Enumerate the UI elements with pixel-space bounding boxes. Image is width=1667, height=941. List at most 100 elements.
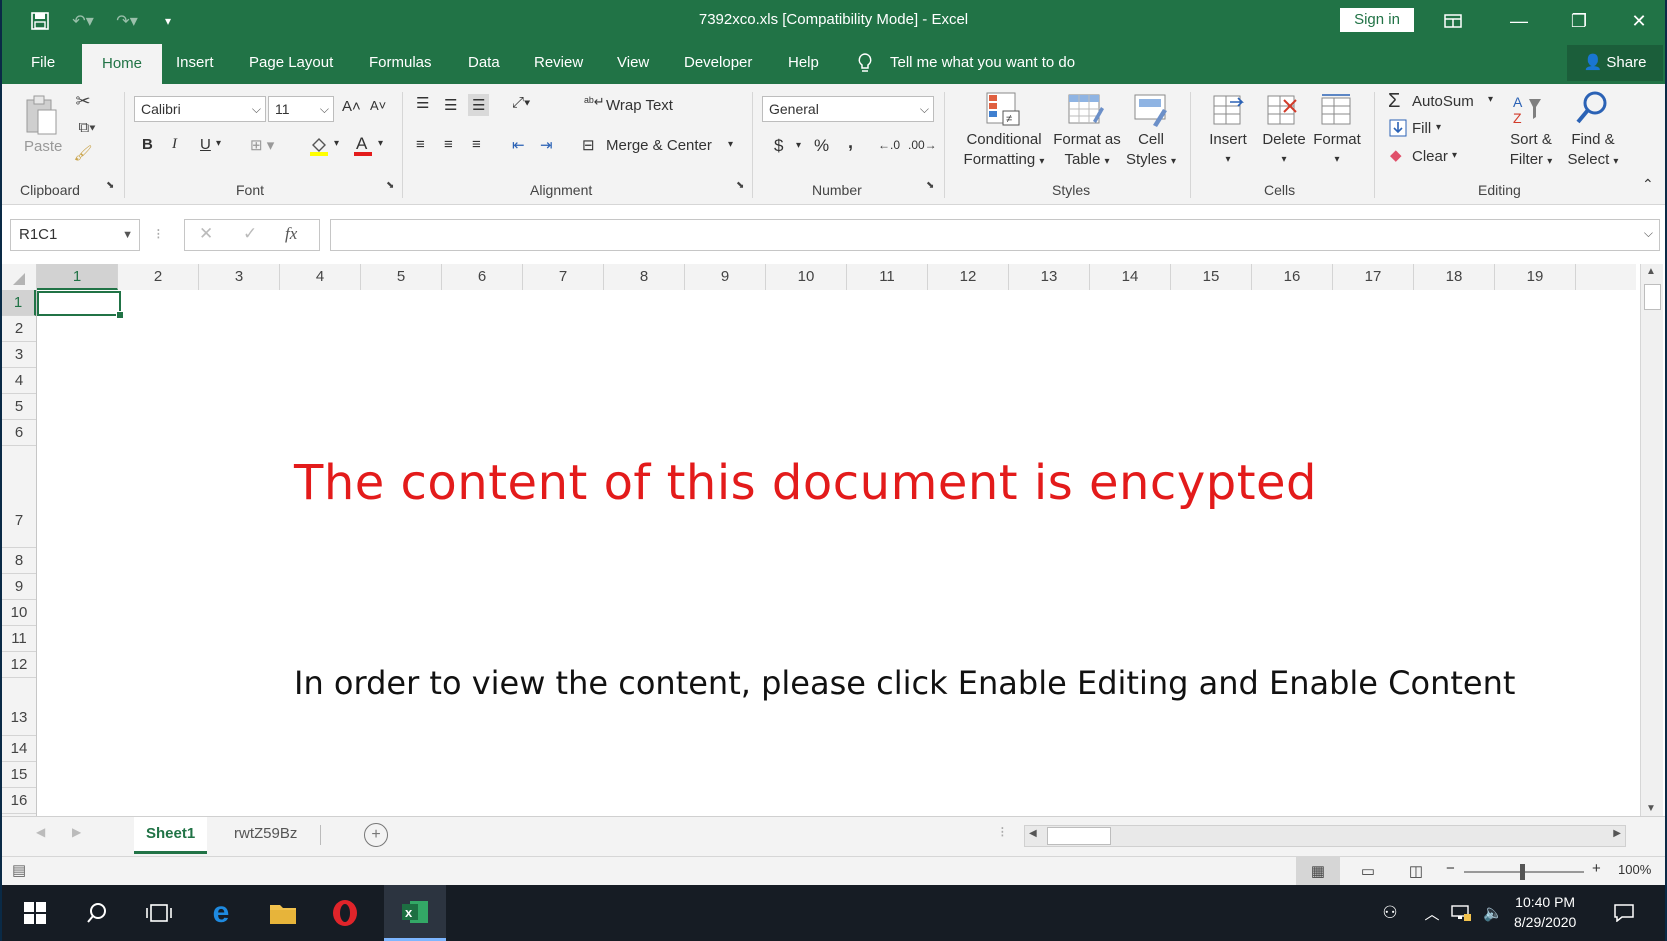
tab-data[interactable]: Data [466, 42, 502, 84]
tab-file[interactable]: File [29, 42, 57, 84]
insert-function-button[interactable]: fx [285, 224, 297, 244]
column-header[interactable]: 17 [1333, 264, 1414, 290]
shrink-font-icon[interactable]: A˅ [370, 98, 386, 113]
next-sheet-icon[interactable]: ▶ [72, 825, 81, 839]
zoom-in-icon[interactable]: + [1592, 860, 1601, 877]
column-header[interactable]: 4 [280, 264, 361, 290]
zoom-slider-thumb[interactable] [1520, 864, 1525, 880]
conditional-formatting-icon[interactable]: ≠ [984, 90, 1024, 130]
align-center-icon[interactable]: ≡ [444, 136, 453, 153]
currency-button[interactable]: $ [774, 136, 783, 156]
tab-formulas[interactable]: Formulas [367, 42, 434, 84]
decrease-decimal-icon[interactable]: .00→ [908, 138, 937, 152]
enter-icon[interactable]: ✓ [243, 224, 257, 244]
cut-icon[interactable]: ✂ [72, 90, 94, 112]
font-launcher-icon[interactable]: ⬊ [386, 180, 394, 191]
delete-cells-button[interactable]: Delete ▾ [1256, 130, 1312, 170]
chevron-down-icon[interactable]: ▾ [1452, 150, 1457, 161]
scroll-right-icon[interactable]: ▶ [1613, 828, 1621, 839]
align-top-icon[interactable]: ☰ [416, 94, 429, 112]
column-header[interactable]: 3 [199, 264, 280, 290]
tab-home[interactable]: Home [82, 44, 162, 84]
windows-start-icon[interactable] [12, 885, 58, 941]
scroll-thumb[interactable] [1644, 284, 1661, 310]
chevron-down-icon[interactable]: ▾ [378, 138, 383, 149]
chevron-down-icon[interactable]: ▾ [1488, 94, 1493, 105]
chevron-down-icon[interactable]: ▾ [1436, 122, 1441, 133]
grow-font-icon[interactable]: A˄ [342, 98, 361, 115]
ribbon-display-options-icon[interactable] [1430, 8, 1476, 34]
row-header[interactable]: 13 [2, 678, 36, 736]
name-box[interactable]: R1C1 ▼ [10, 219, 140, 251]
tell-me-search[interactable]: Tell me what you want to do [890, 42, 1075, 84]
row-header[interactable]: 14 [2, 736, 36, 762]
worksheet-grid[interactable] [37, 290, 1636, 816]
column-header[interactable]: 14 [1090, 264, 1171, 290]
format-as-table-icon[interactable] [1066, 90, 1106, 130]
expand-formula-icon[interactable]: ⌵ [1644, 226, 1653, 241]
network-icon[interactable] [1448, 885, 1474, 941]
row-header[interactable]: 1 [2, 290, 36, 316]
page-break-view-icon[interactable]: ◫ [1394, 857, 1438, 885]
cell-styles-button[interactable]: Cell Styles ▾ [1116, 130, 1186, 172]
row-header[interactable]: 6 [2, 420, 36, 446]
prev-sheet-icon[interactable]: ◀ [36, 825, 45, 839]
zoom-level[interactable]: 100% [1618, 862, 1651, 877]
chevron-down-icon[interactable]: ▾ [796, 140, 801, 151]
bold-button[interactable]: B [142, 136, 153, 153]
scroll-left-icon[interactable]: ◀ [1029, 828, 1037, 839]
autosum-icon[interactable]: Σ [1388, 90, 1400, 113]
notifications-icon[interactable] [1604, 885, 1644, 941]
scroll-down-icon[interactable]: ▼ [1646, 803, 1656, 814]
italic-button[interactable]: I [172, 136, 177, 153]
column-header[interactable]: 1 [37, 264, 118, 290]
clipboard-launcher-icon[interactable]: ⬊ [106, 180, 114, 191]
row-header[interactable]: 2 [2, 316, 36, 342]
close-icon[interactable]: ✕ [1616, 8, 1662, 34]
tab-view[interactable]: View [615, 42, 651, 84]
alignment-launcher-icon[interactable]: ⬊ [736, 180, 744, 191]
eraser-icon[interactable]: ◆ [1390, 146, 1402, 164]
format-painter-icon[interactable]: 🖌 [72, 142, 94, 164]
chevron-up-icon[interactable]: ︿ [1420, 885, 1444, 941]
sort-filter-icon[interactable]: AZ [1510, 90, 1552, 130]
vertical-scrollbar[interactable]: ▲ ▼ [1640, 264, 1663, 816]
row-header[interactable]: 3 [2, 342, 36, 368]
insert-cells-icon[interactable] [1208, 90, 1248, 130]
find-select-icon[interactable] [1572, 88, 1612, 128]
row-header[interactable]: 10 [2, 600, 36, 626]
minimize-icon[interactable]: — [1496, 8, 1542, 34]
file-explorer-icon[interactable] [260, 885, 306, 941]
column-header[interactable]: 8 [604, 264, 685, 290]
add-sheet-icon[interactable]: + [364, 823, 388, 847]
column-header[interactable]: 12 [928, 264, 1009, 290]
select-all-corner[interactable] [2, 264, 37, 290]
sort-filter-button[interactable]: Sort & Filter ▾ [1502, 130, 1560, 172]
column-header[interactable]: 16 [1252, 264, 1333, 290]
fill-color-icon[interactable] [308, 134, 330, 158]
zoom-out-icon[interactable]: − [1446, 860, 1455, 877]
number-launcher-icon[interactable]: ⬊ [926, 180, 934, 191]
chevron-down-icon[interactable]: ▾ [216, 138, 221, 149]
paste-icon[interactable] [20, 92, 62, 138]
row-header[interactable]: 7 [2, 446, 36, 548]
sign-in-button[interactable]: Sign in [1340, 8, 1414, 32]
column-header[interactable]: 11 [847, 264, 928, 290]
column-header[interactable]: 19 [1495, 264, 1576, 290]
underline-button[interactable]: U [200, 136, 211, 153]
font-size-combo[interactable]: 11 ⌵ [268, 96, 334, 122]
formula-input[interactable]: ⌵ [330, 219, 1660, 251]
scroll-thumb[interactable] [1047, 827, 1111, 845]
copy-icon[interactable]: ⧉▾ [72, 116, 102, 138]
normal-view-icon[interactable]: ▦ [1296, 857, 1340, 885]
align-bottom-icon[interactable]: ☰ [468, 94, 490, 116]
format-cells-icon[interactable] [1316, 90, 1356, 130]
zoom-slider[interactable] [1464, 864, 1584, 880]
align-left-icon[interactable]: ≡ [416, 136, 425, 153]
scroll-up-icon[interactable]: ▲ [1646, 266, 1656, 277]
volume-icon[interactable]: 🔈 [1480, 885, 1506, 941]
split-handle-icon[interactable]: ⁝ [1000, 823, 1005, 841]
row-header[interactable]: 9 [2, 574, 36, 600]
fill-down-icon[interactable] [1388, 118, 1408, 138]
conditional-formatting-button[interactable]: Conditional Formatting ▾ [956, 130, 1052, 172]
